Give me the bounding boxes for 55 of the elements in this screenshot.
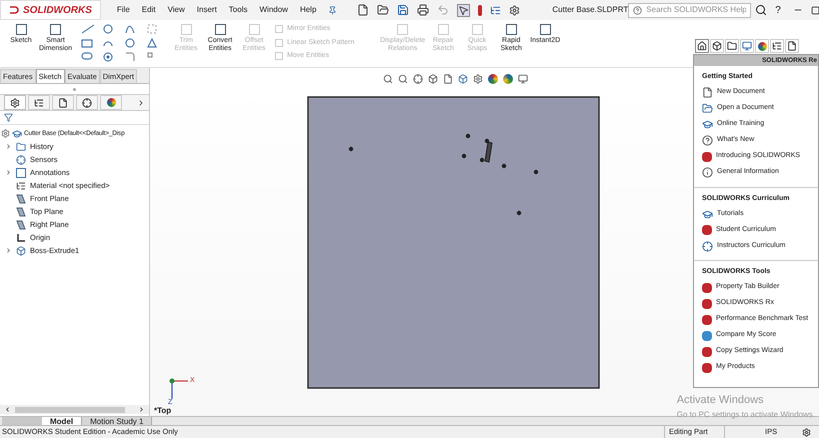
menu-item[interactable]: Insert — [196, 4, 217, 16]
help-icon — [633, 6, 642, 14]
info-icon — [702, 167, 713, 178]
grip-icon[interactable] — [73, 88, 76, 90]
configuration-tab-icon[interactable] — [52, 95, 74, 110]
folder-tab-icon[interactable] — [725, 39, 739, 53]
home-tab-icon[interactable] — [695, 39, 709, 53]
origin-icon — [16, 232, 26, 242]
search-field[interactable]: Search SOLIDWORKS Help — [628, 2, 752, 18]
parts-tab-icon[interactable] — [710, 39, 724, 53]
appearance-tab-icon[interactable] — [100, 95, 122, 110]
crosshair-tab-icon[interactable] — [76, 95, 98, 110]
filter-icon[interactable] — [4, 113, 13, 122]
view-toolbar-drawing[interactable] — [383, 74, 528, 84]
property-tab-icon[interactable] — [28, 95, 50, 110]
save-icon[interactable] — [397, 4, 410, 16]
scrollbar-thumb[interactable] — [15, 406, 125, 412]
menu-item[interactable]: Tools — [228, 4, 248, 16]
model-tab[interactable]: Motion Study 1 — [82, 417, 152, 425]
sensor-icon — [16, 154, 26, 164]
folder-icon — [702, 103, 713, 114]
pointer-icon[interactable] — [457, 4, 470, 16]
help-button[interactable]: ? — [775, 2, 781, 18]
menu-item[interactable]: Help — [300, 4, 316, 16]
appearance-tab-icon[interactable] — [755, 39, 769, 53]
pin-icon[interactable] — [328, 6, 338, 14]
view-orientation-label: *Top — [154, 405, 172, 417]
graduation-cap-icon — [12, 128, 22, 138]
scroll-left-icon[interactable] — [4, 406, 11, 413]
graduation-cap-icon — [702, 119, 713, 130]
document-icon — [702, 87, 713, 98]
folder-icon — [16, 142, 26, 152]
list-icon[interactable] — [490, 4, 502, 16]
model-tab[interactable]: Model — [42, 417, 82, 425]
logo-mark-icon — [9, 5, 19, 15]
menu-item[interactable]: File — [116, 4, 130, 16]
settings-icon[interactable] — [509, 4, 520, 16]
graduation-cap-icon — [702, 208, 713, 220]
open-folder-icon[interactable] — [377, 4, 390, 16]
restore-icon[interactable] — [810, 6, 819, 14]
new-file-icon[interactable] — [357, 4, 370, 16]
list-tab-icon[interactable] — [770, 39, 784, 53]
menu-item[interactable]: Edit — [142, 4, 156, 16]
activation-title: Activate Windows — [676, 393, 765, 408]
chevron-right-icon[interactable] — [137, 98, 145, 106]
search-icon[interactable] — [755, 4, 768, 16]
scroll-right-icon[interactable] — [138, 406, 145, 413]
menu-item[interactable]: View — [168, 4, 185, 16]
question-icon — [702, 135, 713, 146]
feature-tree-tab-icon[interactable] — [4, 95, 26, 110]
document-title: Cutter Base.SLDPRT — [552, 4, 628, 16]
menu-item[interactable]: Window — [259, 4, 288, 16]
target-icon — [702, 240, 713, 252]
app-logo: SOLIDWORKS — [0, 0, 101, 20]
printer-icon[interactable] — [417, 4, 430, 16]
